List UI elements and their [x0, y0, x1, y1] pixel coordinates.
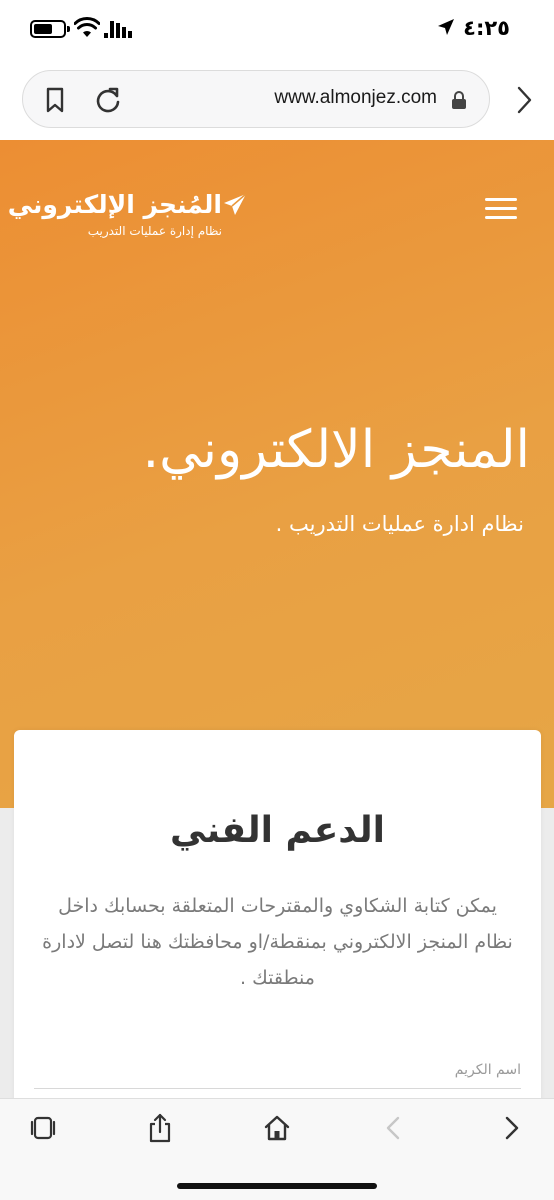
home-indicator	[177, 1183, 377, 1189]
back-icon[interactable]	[380, 1113, 408, 1143]
cellular-signal-icon	[104, 21, 132, 38]
support-description: يمكن كتابة الشكاوي والمقترحات المتعلقة ب…	[42, 895, 513, 989]
status-time: ٤:٢٥	[463, 16, 510, 40]
battery-icon	[30, 20, 70, 38]
share-icon[interactable]	[146, 1113, 174, 1143]
reload-icon[interactable]	[94, 86, 122, 114]
tabs-icon[interactable]	[29, 1113, 57, 1143]
url-text[interactable]: www.almonjez.com	[274, 87, 437, 109]
name-field-label: اسم الكريم	[454, 1062, 521, 1078]
forward-icon[interactable]	[497, 1113, 525, 1143]
name-input[interactable]	[34, 1088, 521, 1092]
home-icon[interactable]	[263, 1113, 291, 1143]
support-card: الدعم الفني يمكن كتابة الشكاوي والمقترحا…	[14, 730, 541, 1110]
logo-subtitle: نظام إدارة عمليات التدريب	[87, 224, 222, 238]
site-logo[interactable]: المُنجز الإلكتروني نظام إدارة عمليات الت…	[8, 190, 248, 246]
bookmark-icon[interactable]	[43, 87, 67, 113]
hamburger-menu-icon[interactable]	[485, 198, 519, 220]
paper-plane-icon	[224, 193, 247, 215]
support-title: الدعم الفني	[170, 810, 385, 851]
address-bar[interactable]: www.almonjez.com	[22, 70, 490, 128]
status-bar: ٤:٢٥	[0, 0, 554, 60]
wifi-icon	[74, 17, 100, 37]
hero-subtitle: نظام ادارة عمليات التدريب .	[275, 512, 524, 536]
forward-chevron-icon[interactable]	[514, 85, 534, 115]
logo-title: المُنجز الإلكتروني	[7, 190, 222, 219]
location-arrow-icon	[438, 19, 454, 35]
hero-title: المنجز الالكتروني.	[142, 420, 530, 480]
lock-icon	[452, 91, 466, 109]
